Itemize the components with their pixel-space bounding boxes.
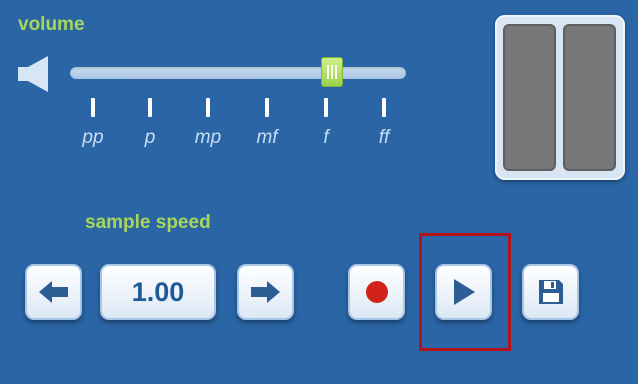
save-icon (538, 280, 563, 304)
volume-tick (382, 98, 386, 117)
meter-bar-right (563, 24, 616, 171)
arrow-left-icon (38, 281, 68, 303)
dynamic-label-ff: ff (378, 127, 390, 148)
sample-speed-label: sample speed (85, 212, 211, 233)
dynamic-label-mp: mp (194, 127, 222, 148)
dynamic-label-f: f (323, 127, 329, 148)
volume-tick (324, 98, 328, 117)
volume-tick (91, 98, 95, 117)
speed-value-display: 1.00 (100, 264, 216, 320)
record-icon (365, 281, 388, 303)
volume-tick (206, 98, 210, 117)
volume-tick (265, 98, 269, 117)
record-button[interactable] (348, 264, 405, 320)
dynamic-label-p: p (144, 127, 156, 148)
volume-slider-track[interactable] (70, 67, 406, 79)
play-button-highlight (419, 233, 511, 351)
volume-slider-thumb[interactable] (321, 57, 343, 87)
level-meter (495, 15, 625, 180)
arrow-right-icon (250, 281, 280, 303)
save-button[interactable] (522, 264, 579, 320)
speed-increase-button[interactable] (237, 264, 294, 320)
dynamic-label-mf: mf (256, 127, 278, 148)
speaker-icon[interactable] (18, 55, 52, 93)
meter-bar-left (503, 24, 556, 171)
volume-label: volume (18, 14, 85, 35)
dynamic-label-pp: pp (82, 127, 104, 148)
speed-decrease-button[interactable] (25, 264, 82, 320)
volume-tick (148, 98, 152, 117)
